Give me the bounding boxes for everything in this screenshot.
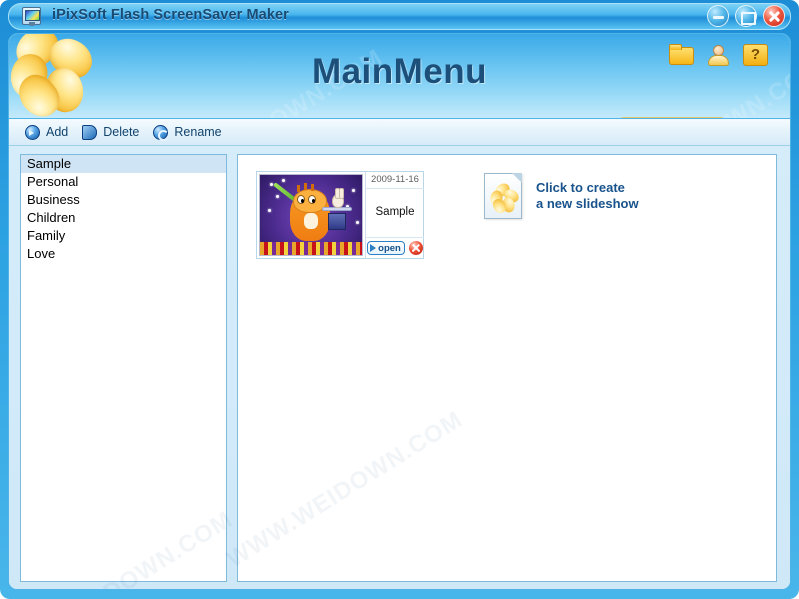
user-icon[interactable] bbox=[706, 44, 731, 67]
folder-icon[interactable] bbox=[669, 44, 694, 65]
create-new-slideshow-button[interactable]: Click to create a new slideshow bbox=[484, 173, 639, 219]
category-list-panel: Sample Personal Business Children Family… bbox=[20, 154, 227, 582]
project-thumbnail[interactable] bbox=[257, 172, 365, 258]
delete-button-label: Delete bbox=[103, 125, 140, 139]
application-window: iPixSoft Flash ScreenSaver Maker WWW.WEI… bbox=[0, 0, 799, 599]
header-banner: WWW.WEIDOWN.COM WWW.WEIDOWN.COM MainMenu… bbox=[9, 34, 790, 119]
sidebar-item-business[interactable]: Business bbox=[21, 191, 226, 209]
create-new-line1: Click to create bbox=[536, 180, 625, 195]
window-body: WWW.WEIDOWN.COM WWW.WEIDOWN.COM MainMenu… bbox=[8, 33, 791, 590]
toolbar: Add Delete Rename bbox=[9, 119, 790, 146]
window-controls bbox=[707, 5, 785, 27]
maximize-button[interactable] bbox=[735, 5, 757, 27]
project-name: Sample bbox=[375, 206, 415, 218]
rename-icon bbox=[153, 124, 170, 141]
sidebar-item-personal[interactable]: Personal bbox=[21, 173, 226, 191]
project-card-details: 2009-11-16 Sample open bbox=[365, 172, 424, 258]
monitor-photo-icon bbox=[22, 7, 41, 26]
watermark: WWW.WEIDOWN.COM bbox=[711, 515, 776, 581]
close-button[interactable] bbox=[763, 5, 785, 27]
delete-icon bbox=[82, 124, 98, 140]
create-new-label: Click to create a new slideshow bbox=[536, 180, 639, 212]
sidebar-item-family[interactable]: Family bbox=[21, 227, 226, 245]
rename-button[interactable]: Rename bbox=[149, 123, 231, 142]
header-icon-group: ? bbox=[669, 44, 768, 67]
sidebar-item-children[interactable]: Children bbox=[21, 209, 226, 227]
delete-button[interactable]: Delete bbox=[78, 123, 149, 142]
open-project-button[interactable]: open bbox=[367, 241, 405, 255]
add-icon bbox=[25, 124, 40, 140]
help-icon[interactable]: ? bbox=[743, 44, 768, 66]
window-title: iPixSoft Flash ScreenSaver Maker bbox=[52, 7, 289, 23]
content-area: Sample Personal Business Children Family… bbox=[9, 146, 790, 589]
minimize-button[interactable] bbox=[707, 5, 729, 27]
arrow-right-icon bbox=[370, 244, 377, 252]
cartoon-magician-cat-thumbnail bbox=[259, 174, 363, 256]
rename-button-label: Rename bbox=[174, 125, 222, 139]
add-button[interactable]: Add bbox=[21, 123, 78, 142]
project-card-actions: open bbox=[366, 237, 424, 255]
projects-panel: 2009-11-16 Sample open Click to create a… bbox=[237, 154, 777, 582]
project-card[interactable]: 2009-11-16 Sample open bbox=[256, 171, 424, 259]
project-date: 2009-11-16 bbox=[366, 174, 424, 189]
sidebar-item-love[interactable]: Love bbox=[21, 245, 226, 263]
delete-x-icon[interactable] bbox=[408, 241, 423, 255]
title-bar: iPixSoft Flash ScreenSaver Maker bbox=[0, 0, 799, 33]
add-button-label: Add bbox=[46, 125, 69, 139]
create-new-line2: a new slideshow bbox=[536, 196, 639, 211]
open-button-label: open bbox=[378, 242, 401, 254]
new-document-clover-icon bbox=[484, 173, 522, 219]
sidebar-item-sample[interactable]: Sample bbox=[21, 155, 226, 173]
